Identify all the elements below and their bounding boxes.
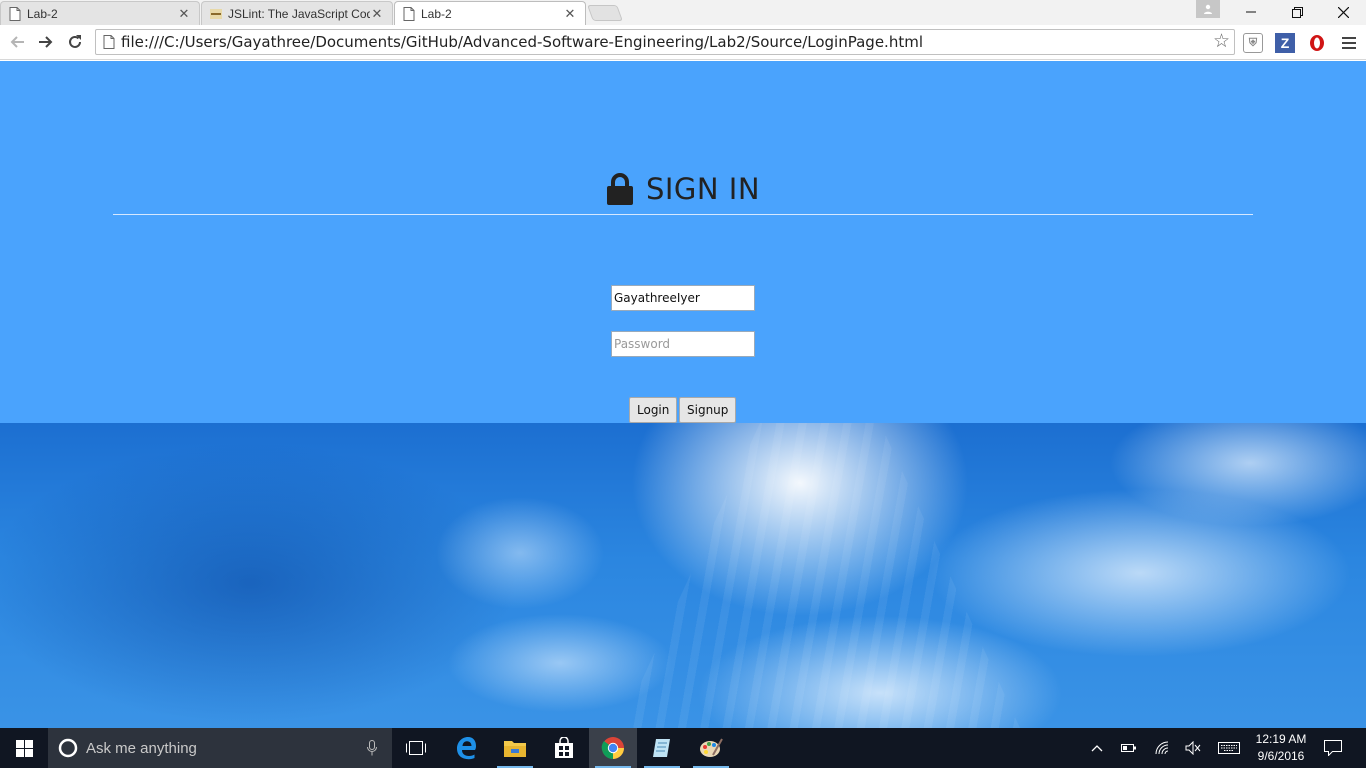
forward-button[interactable]: [33, 29, 59, 55]
task-view-button[interactable]: [392, 728, 440, 768]
notification-icon: [1324, 740, 1342, 756]
windows-logo-icon: [15, 739, 33, 757]
tab-title: Lab-2: [27, 6, 58, 21]
tab-lab2-first[interactable]: Lab-2 ✕: [0, 1, 200, 25]
back-button[interactable]: [4, 29, 30, 55]
tab-lab2-active[interactable]: Lab-2 ✕: [394, 1, 586, 25]
address-bar[interactable]: file:///C:/Users/Gayathree/Documents/Git…: [95, 29, 1235, 55]
wifi-icon: [1155, 741, 1169, 755]
file-explorer-app[interactable]: [491, 728, 539, 768]
store-app[interactable]: [540, 728, 588, 768]
clock-date: 9/6/2016: [1257, 749, 1305, 763]
red-o-icon: [1310, 35, 1324, 51]
paint-app[interactable]: [687, 728, 735, 768]
task-view-icon: [406, 741, 426, 755]
close-icon: [1337, 6, 1349, 18]
page-icon: [103, 35, 115, 49]
z-extension-icon[interactable]: Z: [1275, 33, 1295, 53]
folder-icon: [504, 741, 526, 757]
person-icon: [1204, 4, 1212, 14]
password-input[interactable]: [611, 331, 755, 357]
action-center-button[interactable]: [1320, 728, 1346, 768]
new-tab-button[interactable]: [587, 5, 623, 21]
volume-indicator[interactable]: [1180, 728, 1206, 768]
page-icon: [403, 6, 415, 21]
sign-in-heading: SIGN IN: [0, 169, 1366, 209]
jslint-favicon-icon: [210, 8, 222, 19]
restore-icon: [1291, 6, 1303, 18]
taskbar-clock[interactable]: 12:19 AM 9/6/2016: [1246, 731, 1316, 765]
heading-divider: [113, 214, 1253, 215]
cortana-circle-icon: [58, 738, 78, 758]
close-icon[interactable]: ✕: [563, 6, 577, 22]
windows-taskbar: Ask me anything 12:19 AM 9/6/2016: [0, 728, 1366, 768]
reload-icon: [69, 35, 81, 48]
cortana-search-box[interactable]: Ask me anything: [48, 728, 392, 768]
tab-title: Lab-2: [421, 6, 452, 21]
minimize-button[interactable]: [1228, 0, 1274, 24]
minimize-icon: [1246, 11, 1256, 13]
login-button[interactable]: Login: [629, 397, 678, 423]
edge-app[interactable]: [442, 728, 490, 768]
clock-time: 12:19 AM: [1255, 732, 1307, 746]
microphone-icon[interactable]: [367, 740, 377, 756]
forward-arrow-icon: [39, 36, 53, 48]
notepad-icon: [653, 739, 670, 757]
battery-indicator[interactable]: [1116, 728, 1142, 768]
close-icon[interactable]: ✕: [177, 6, 191, 22]
url-text: file:///C:/Users/Gayathree/Documents/Git…: [121, 33, 923, 51]
page-title: SIGN IN: [645, 172, 761, 206]
bookmark-star-icon[interactable]: ☆: [1213, 32, 1230, 52]
show-hidden-icons-button[interactable]: [1086, 728, 1108, 768]
tab-jslint[interactable]: JSLint: The JavaScript Code ✕: [201, 1, 393, 25]
username-input[interactable]: [611, 285, 755, 311]
start-button[interactable]: [0, 728, 48, 768]
shield-extension-icon[interactable]: ⛨: [1243, 33, 1263, 53]
menu-button[interactable]: [1339, 33, 1359, 53]
reload-button[interactable]: [62, 29, 88, 55]
keyboard-icon: [1218, 742, 1240, 754]
paint-palette-icon: [700, 738, 723, 757]
profile-button[interactable]: [1196, 0, 1220, 18]
tab-title: JSLint: The JavaScript Code: [228, 6, 370, 21]
notepad-app[interactable]: [638, 728, 686, 768]
page-icon: [9, 6, 21, 21]
chrome-icon: [601, 737, 624, 760]
browser-toolbar: file:///C:/Users/Gayathree/Documents/Git…: [0, 25, 1366, 60]
opera-extension-icon[interactable]: [1307, 33, 1327, 53]
network-indicator[interactable]: [1150, 728, 1176, 768]
close-window-button[interactable]: [1320, 0, 1366, 24]
chevron-up-icon: [1091, 745, 1103, 752]
restore-button[interactable]: [1274, 0, 1320, 24]
chrome-app[interactable]: [589, 728, 637, 768]
input-indicator[interactable]: [1214, 728, 1244, 768]
page-viewport: SIGN IN Login Signup: [0, 61, 1366, 728]
hamburger-menu-icon: [1342, 37, 1356, 49]
search-placeholder: Ask me anything: [86, 739, 197, 757]
back-arrow-icon: [10, 36, 24, 48]
battery-icon: [1121, 744, 1136, 752]
login-panel: [0, 61, 1366, 423]
store-bag-icon: [555, 737, 573, 758]
close-icon[interactable]: ✕: [370, 6, 384, 22]
signup-button[interactable]: Signup: [679, 397, 737, 423]
tab-strip: Lab-2 ✕ JSLint: The JavaScript Code ✕ La…: [0, 0, 1366, 25]
lock-icon: [606, 173, 633, 205]
speaker-muted-icon: [1185, 741, 1201, 755]
edge-icon: [457, 737, 476, 760]
